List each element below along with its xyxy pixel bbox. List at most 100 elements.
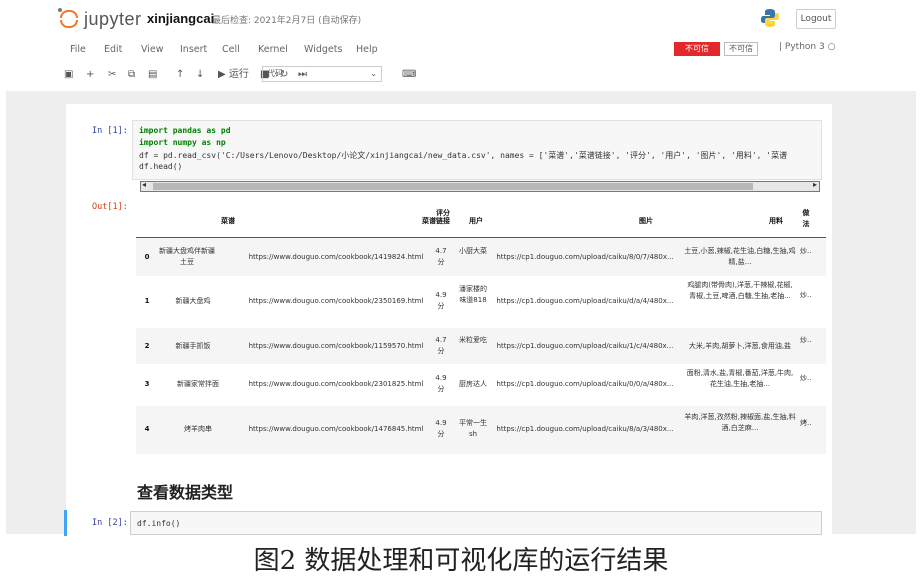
cell-user: 潘家楼的味道818: [459, 285, 487, 304]
cell-score: 4.9分: [435, 291, 447, 310]
cell-recipe: 新疆大盘鸡: [175, 297, 211, 305]
menu-cell[interactable]: Cell: [222, 44, 240, 55]
cell-score: 4.9分: [435, 419, 447, 438]
cell-link: https://www.douguo.com/cookbook/1159570.…: [248, 342, 424, 350]
run-button[interactable]: ▶ 运行: [218, 68, 249, 82]
section-heading: 查看数据类型: [137, 483, 234, 502]
table-header: 菜谱 菜谱链接 评分 用户 图片 用料 做法: [136, 204, 826, 238]
row-index: 2: [144, 342, 150, 350]
cell-ingredients: 鸡腿肉(带骨肉),洋葱,干辣椒,花椒,青椒,土豆,啤酒,白糖,生抽,老抽...: [687, 281, 793, 300]
cell-link: https://www.douguo.com/cookbook/2301825.…: [248, 380, 424, 388]
chevron-down-icon: ⌄: [370, 69, 377, 78]
code-line: df.head(): [139, 162, 182, 171]
row-index: 0: [144, 253, 150, 261]
menu-insert[interactable]: Insert: [180, 44, 207, 55]
cell-score: 4.7分: [435, 336, 447, 355]
table-row: 3 新疆家常拌面 https://www.douguo.com/cookbook…: [136, 364, 826, 406]
cell-image: https://cp1.douguo.com/upload/caiku/1/c/…: [496, 342, 674, 350]
cell-method: 炒...: [800, 291, 812, 299]
in-prompt: In [1]:: [92, 126, 128, 136]
jupyter-logo-icon: [58, 8, 80, 30]
code-text: df.head(): [139, 162, 183, 171]
menu-widgets[interactable]: Widgets: [304, 44, 342, 55]
logout-button[interactable]: Logout: [796, 9, 836, 29]
cell-image: https://cp1.douguo.com/upload/caiku/d/a/…: [496, 297, 674, 305]
move-down-icon[interactable]: ↓: [196, 68, 204, 82]
jupyter-logo[interactable]: jupyter: [58, 8, 142, 30]
cell-ingredients: 土豆,小葱,辣椒,花生油,白糖,生抽,鸡精,盐...: [684, 247, 796, 266]
menubar: File Edit View Insert Cell Kernel Widget…: [58, 40, 838, 60]
menu-view[interactable]: View: [141, 44, 164, 55]
code-text: df = pd.read_csv('C:/Users/Lenovo/Deskto…: [139, 151, 788, 160]
cell-method: 炒...: [800, 336, 812, 344]
run-label: 运行: [228, 69, 249, 80]
column-header: 做法: [802, 209, 810, 228]
cell-recipe: 新疆家常拌面: [177, 380, 219, 388]
column-header: 评分: [436, 209, 450, 217]
toolbar: ▣ + ✂ ⧉ ▤ ↑ ↓ ▶ 运行 ■ ↻ ⏭: [58, 64, 838, 86]
python-logo-icon: [761, 9, 779, 27]
figure-caption: 图2 数据处理和可视化库的运行结果: [0, 538, 922, 587]
menu-file[interactable]: File: [70, 44, 86, 55]
kernel-name: Python 3: [784, 42, 825, 52]
cell-user: 米粒爱吃: [459, 336, 487, 344]
column-header: 用户: [469, 217, 483, 225]
menu-edit[interactable]: Edit: [104, 44, 122, 55]
logo-text: jupyter: [84, 8, 142, 29]
cell-method: 炒...: [800, 374, 812, 382]
cell-type-value: 代码: [267, 69, 283, 78]
cell-link: https://www.douguo.com/cookbook/1476845.…: [248, 425, 424, 433]
notebook-name[interactable]: xinjiangcai: [147, 11, 214, 26]
scroll-right-icon[interactable]: ▸: [813, 180, 817, 189]
not-trusted-badge[interactable]: 不可信: [674, 42, 720, 56]
code-line: df = pd.read_csv('C:/Users/Lenovo/Deskto…: [139, 150, 787, 161]
cell-score: 4.7分: [435, 247, 447, 266]
checkpoint-status: 最后检查: 2021年2月7日 (自动保存): [212, 16, 362, 26]
out-prompt: Out[1]:: [92, 202, 128, 212]
table-row: 2 新疆手抓饭 https://www.douguo.com/cookbook/…: [136, 328, 826, 364]
cell-ingredients: 大米,羊肉,胡萝卜,洋葱,食用油,盐: [688, 342, 792, 350]
cell-method: 炒...: [800, 247, 812, 255]
cell-recipe: 新疆大盘鸡伴新疆土豆: [159, 247, 215, 266]
menu-kernel[interactable]: Kernel: [258, 44, 288, 55]
row-index: 4: [144, 425, 150, 433]
menu-help[interactable]: Help: [356, 44, 378, 55]
cell-user: 平常一生sh: [459, 419, 487, 438]
code-line: import pandas as pd: [139, 126, 231, 135]
row-index: 3: [144, 380, 150, 388]
code-cell-input[interactable]: import pandas as pd import numpy as np d…: [132, 120, 822, 180]
code-text: import numpy as np: [139, 138, 226, 147]
table-row: 4 烤羊肉串 https://www.douguo.com/cookbook/1…: [136, 406, 826, 454]
cell-image: https://cp1.douguo.com/upload/caiku/8/0/…: [496, 253, 674, 261]
horizontal-scrollbar[interactable]: ◂ ▸: [140, 180, 820, 192]
cell-link: https://www.douguo.com/cookbook/2350169.…: [248, 297, 424, 305]
cell-type-select[interactable]: 代码 ⌄: [262, 66, 382, 82]
cut-icon[interactable]: ✂: [108, 68, 116, 82]
save-icon[interactable]: ▣: [64, 68, 73, 82]
add-cell-icon[interactable]: +: [86, 68, 94, 82]
cell-recipe: 新疆手抓饭: [175, 342, 211, 350]
code-line: import numpy as np: [139, 138, 226, 147]
cell-image: https://cp1.douguo.com/upload/caiku/8/a/…: [496, 425, 674, 433]
scroll-left-icon[interactable]: ◂: [142, 180, 146, 189]
code-text: import pandas as pd: [139, 126, 231, 135]
cell-ingredients: 面粉,清水,盐,青椒,番茄,洋葱,牛肉,花生油,生抽,老抽...: [686, 369, 794, 388]
code-line: df.info(): [137, 519, 181, 528]
selected-cell-indicator: [64, 510, 67, 536]
cell-method: 烤...: [800, 419, 812, 427]
in-prompt: In [2]:: [92, 518, 128, 528]
cell-user: 厨房达人: [459, 380, 487, 388]
header: jupyter xinjiangcai 最后检查: 2021年2月7日 (自动保…: [0, 0, 922, 38]
column-header: 图片: [639, 217, 653, 225]
keyboard-icon[interactable]: ⌨: [402, 68, 416, 82]
column-header: 用料: [769, 217, 783, 225]
code-cell-input[interactable]: df.info(): [130, 511, 822, 535]
paste-icon[interactable]: ▤: [148, 68, 157, 82]
move-up-icon[interactable]: ↑: [176, 68, 184, 82]
trusted-button[interactable]: 不可信: [724, 42, 758, 56]
table-row: 1 新疆大盘鸡 https://www.douguo.com/cookbook/…: [136, 276, 826, 328]
scrollbar-thumb[interactable]: [153, 183, 753, 190]
copy-icon[interactable]: ⧉: [128, 68, 135, 82]
cell-image: https://cp1.douguo.com/upload/caiku/0/0/…: [496, 380, 674, 388]
cell-recipe: 烤羊肉串: [184, 425, 212, 433]
